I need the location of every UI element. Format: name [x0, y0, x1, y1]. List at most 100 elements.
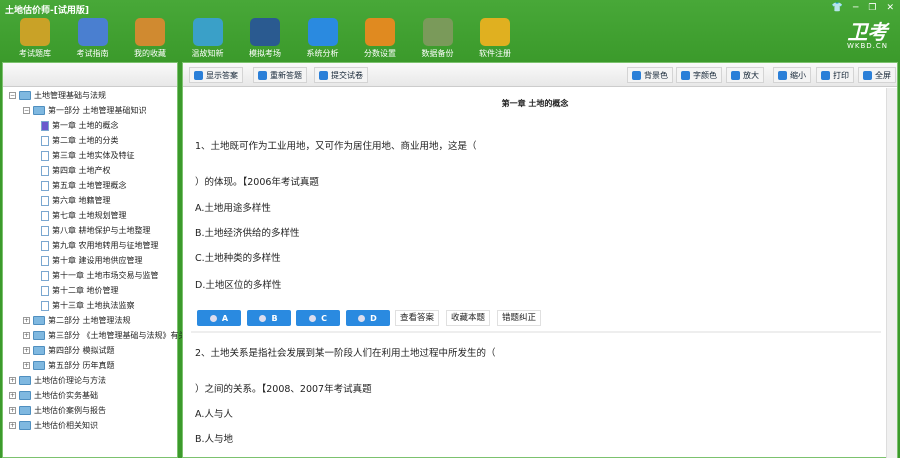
- tree-item[interactable]: − 第一部分 土地管理基础知识: [23, 103, 147, 118]
- toolbar-button-2[interactable]: 我的收藏: [122, 18, 178, 59]
- toolbar-button-7[interactable]: 数据备份: [410, 18, 466, 59]
- tree-item[interactable]: 第二章 土地的分类: [41, 133, 119, 148]
- action-button-1[interactable]: 重新答题: [253, 67, 307, 83]
- zoom-in-icon: [731, 70, 740, 80]
- tree-item[interactable]: 第九章 农用地转用与征地管理: [41, 238, 159, 253]
- tree-item-label: 第十一章 土地市场交易与监管: [52, 271, 159, 280]
- toolbar-button-label: 考试指南: [76, 49, 109, 58]
- view-button-3[interactable]: 缩小: [773, 67, 811, 83]
- toolbar-button-4[interactable]: 模拟考场: [237, 18, 293, 59]
- refresh-icon: [258, 70, 267, 80]
- answer-button-d[interactable]: D: [345, 310, 390, 326]
- tree-item[interactable]: 第十一章 土地市场交易与监管: [41, 268, 159, 283]
- toolbar-button-8[interactable]: 软件注册: [467, 18, 523, 59]
- document-icon: [41, 300, 49, 311]
- tree-item[interactable]: + 第三部分 《土地管理基础与法规》有关计: [23, 328, 195, 343]
- answer-button-c[interactable]: C: [296, 310, 340, 326]
- expand-icon[interactable]: +: [9, 392, 16, 399]
- view-button-1[interactable]: 字颜色: [676, 67, 722, 83]
- expand-icon[interactable]: +: [9, 377, 16, 384]
- tree-item[interactable]: + 土地估价相关知识: [9, 418, 98, 433]
- view-button-2[interactable]: 放大: [726, 67, 764, 83]
- action-button-0[interactable]: 显示答案: [189, 67, 243, 83]
- toolbar-button-6[interactable]: 分数设置: [352, 18, 408, 59]
- document-icon: [41, 165, 49, 176]
- tree-item-label: 第三部分 《土地管理基础与法规》有关计: [48, 331, 195, 340]
- book-star-icon: [20, 18, 50, 46]
- tree-item[interactable]: − 土地管理基础与法规: [9, 88, 106, 103]
- view-label: 全屏: [875, 70, 891, 80]
- collapse-icon[interactable]: −: [9, 92, 16, 99]
- question-toolbar: 显示答案 重新答题 提交试卷 背景色 字颜色 放大 缩小 打印 全屏: [183, 63, 897, 87]
- expand-icon[interactable]: +: [23, 332, 30, 339]
- folder-icon: [33, 106, 45, 115]
- vertical-scrollbar[interactable]: [886, 88, 897, 458]
- gift-box-icon: [135, 18, 165, 46]
- toolbar-button-1[interactable]: 考试指南: [65, 18, 121, 59]
- text-color-icon: [681, 70, 690, 80]
- tree-item[interactable]: + 土地估价案例与报告: [9, 403, 106, 418]
- tree-item[interactable]: 第三章 土地实体及特征: [41, 148, 135, 163]
- window-controls: 👕 ─ ❐ ✕: [832, 3, 894, 13]
- toolbar-button-label: 温故知新: [191, 49, 224, 58]
- close-icon[interactable]: ✕: [886, 3, 894, 13]
- disk-icon: [422, 18, 453, 46]
- expand-icon[interactable]: +: [23, 362, 30, 369]
- action-button-2[interactable]: 提交试卷: [314, 67, 368, 83]
- tree-item[interactable]: 第十三章 土地执法监察: [41, 298, 135, 313]
- tree-item-label: 第八章 耕地保护与土地整理: [52, 226, 151, 235]
- expand-icon[interactable]: +: [9, 407, 16, 414]
- tree-item[interactable]: 第八章 耕地保护与土地整理: [41, 223, 151, 238]
- toolbar-button-0[interactable]: 考试题库: [7, 18, 63, 59]
- tree-item[interactable]: 第四章 土地产权: [41, 163, 111, 178]
- radio-icon: [358, 314, 366, 322]
- minimize-icon[interactable]: ─: [853, 3, 858, 13]
- toolbar-button-5[interactable]: 系统分析: [295, 18, 351, 59]
- expand-icon[interactable]: +: [23, 347, 30, 354]
- question-action-1[interactable]: 收藏本题: [446, 310, 491, 326]
- toolbar-button-3[interactable]: 温故知新: [180, 18, 236, 59]
- expand-icon[interactable]: +: [9, 422, 16, 429]
- toolbar-button-label: 软件注册: [479, 49, 511, 58]
- tree-item[interactable]: 第十二章 地价管理: [41, 283, 119, 298]
- tree-item[interactable]: 第六章 地籍管理: [41, 193, 111, 208]
- view-button-5[interactable]: 全屏: [858, 67, 896, 83]
- tree-item-label: 第二章 土地的分类: [52, 136, 119, 145]
- tree-item[interactable]: 第一章 土地的概念: [41, 118, 119, 133]
- action-label: 提交试卷: [331, 70, 363, 80]
- tree-item[interactable]: 第五章 土地管理概念: [41, 178, 127, 193]
- expand-icon[interactable]: +: [23, 317, 30, 324]
- skin-icon[interactable]: 👕: [832, 3, 843, 13]
- view-label: 打印: [833, 70, 849, 80]
- tree-item[interactable]: + 第四部分 模拟试题: [23, 343, 115, 358]
- q1-text: 1、土地既可作为工业用地，又可作为居住用地、商业用地，这是（: [195, 141, 477, 152]
- answer-label: B: [271, 313, 278, 323]
- q1-option-d: D.土地区位的多样性: [195, 280, 282, 291]
- question-action-2[interactable]: 错题纠正: [497, 310, 542, 326]
- toolbar-button-label: 模拟考场: [249, 49, 281, 58]
- answer-button-b[interactable]: B: [246, 310, 291, 326]
- tree-item[interactable]: + 土地估价实务基础: [9, 388, 98, 403]
- restore-icon[interactable]: ❐: [868, 3, 876, 13]
- q2-text: 2、土地关系是指社会发展到某一阶段人们在利用土地过程中所发生的（: [195, 348, 496, 359]
- tree-item-label: 第十二章 地价管理: [52, 286, 119, 295]
- view-button-4[interactable]: 打印: [816, 67, 854, 83]
- collapse-icon[interactable]: −: [23, 107, 30, 114]
- tree-item-label: 第一部分 土地管理基础知识: [48, 106, 147, 115]
- action-label: 重新答题: [270, 70, 302, 80]
- tree-item[interactable]: 第十章 建设用地供应管理: [41, 253, 143, 268]
- view-button-0[interactable]: 背景色: [627, 67, 673, 83]
- window-title: 土地估价师-[试用版]: [5, 6, 89, 16]
- question-action-0[interactable]: 查看答案: [395, 310, 440, 326]
- tree-item[interactable]: 第七章 土地规划管理: [41, 208, 127, 223]
- folder-icon: [33, 316, 45, 325]
- tree-item[interactable]: + 土地估价理论与方法: [9, 373, 106, 388]
- answer-button-a[interactable]: A: [197, 310, 241, 326]
- zoom-out-icon: [778, 70, 787, 80]
- tree-item-label: 第二部分 土地管理法规: [48, 316, 131, 325]
- tools-icon: [365, 18, 395, 46]
- tree-item[interactable]: + 第五部分 历年真题: [23, 358, 115, 373]
- chapter-heading: 第一章 土地的概念: [501, 99, 569, 108]
- tree-item[interactable]: + 第二部分 土地管理法规: [23, 313, 131, 328]
- folder-icon: [33, 361, 45, 370]
